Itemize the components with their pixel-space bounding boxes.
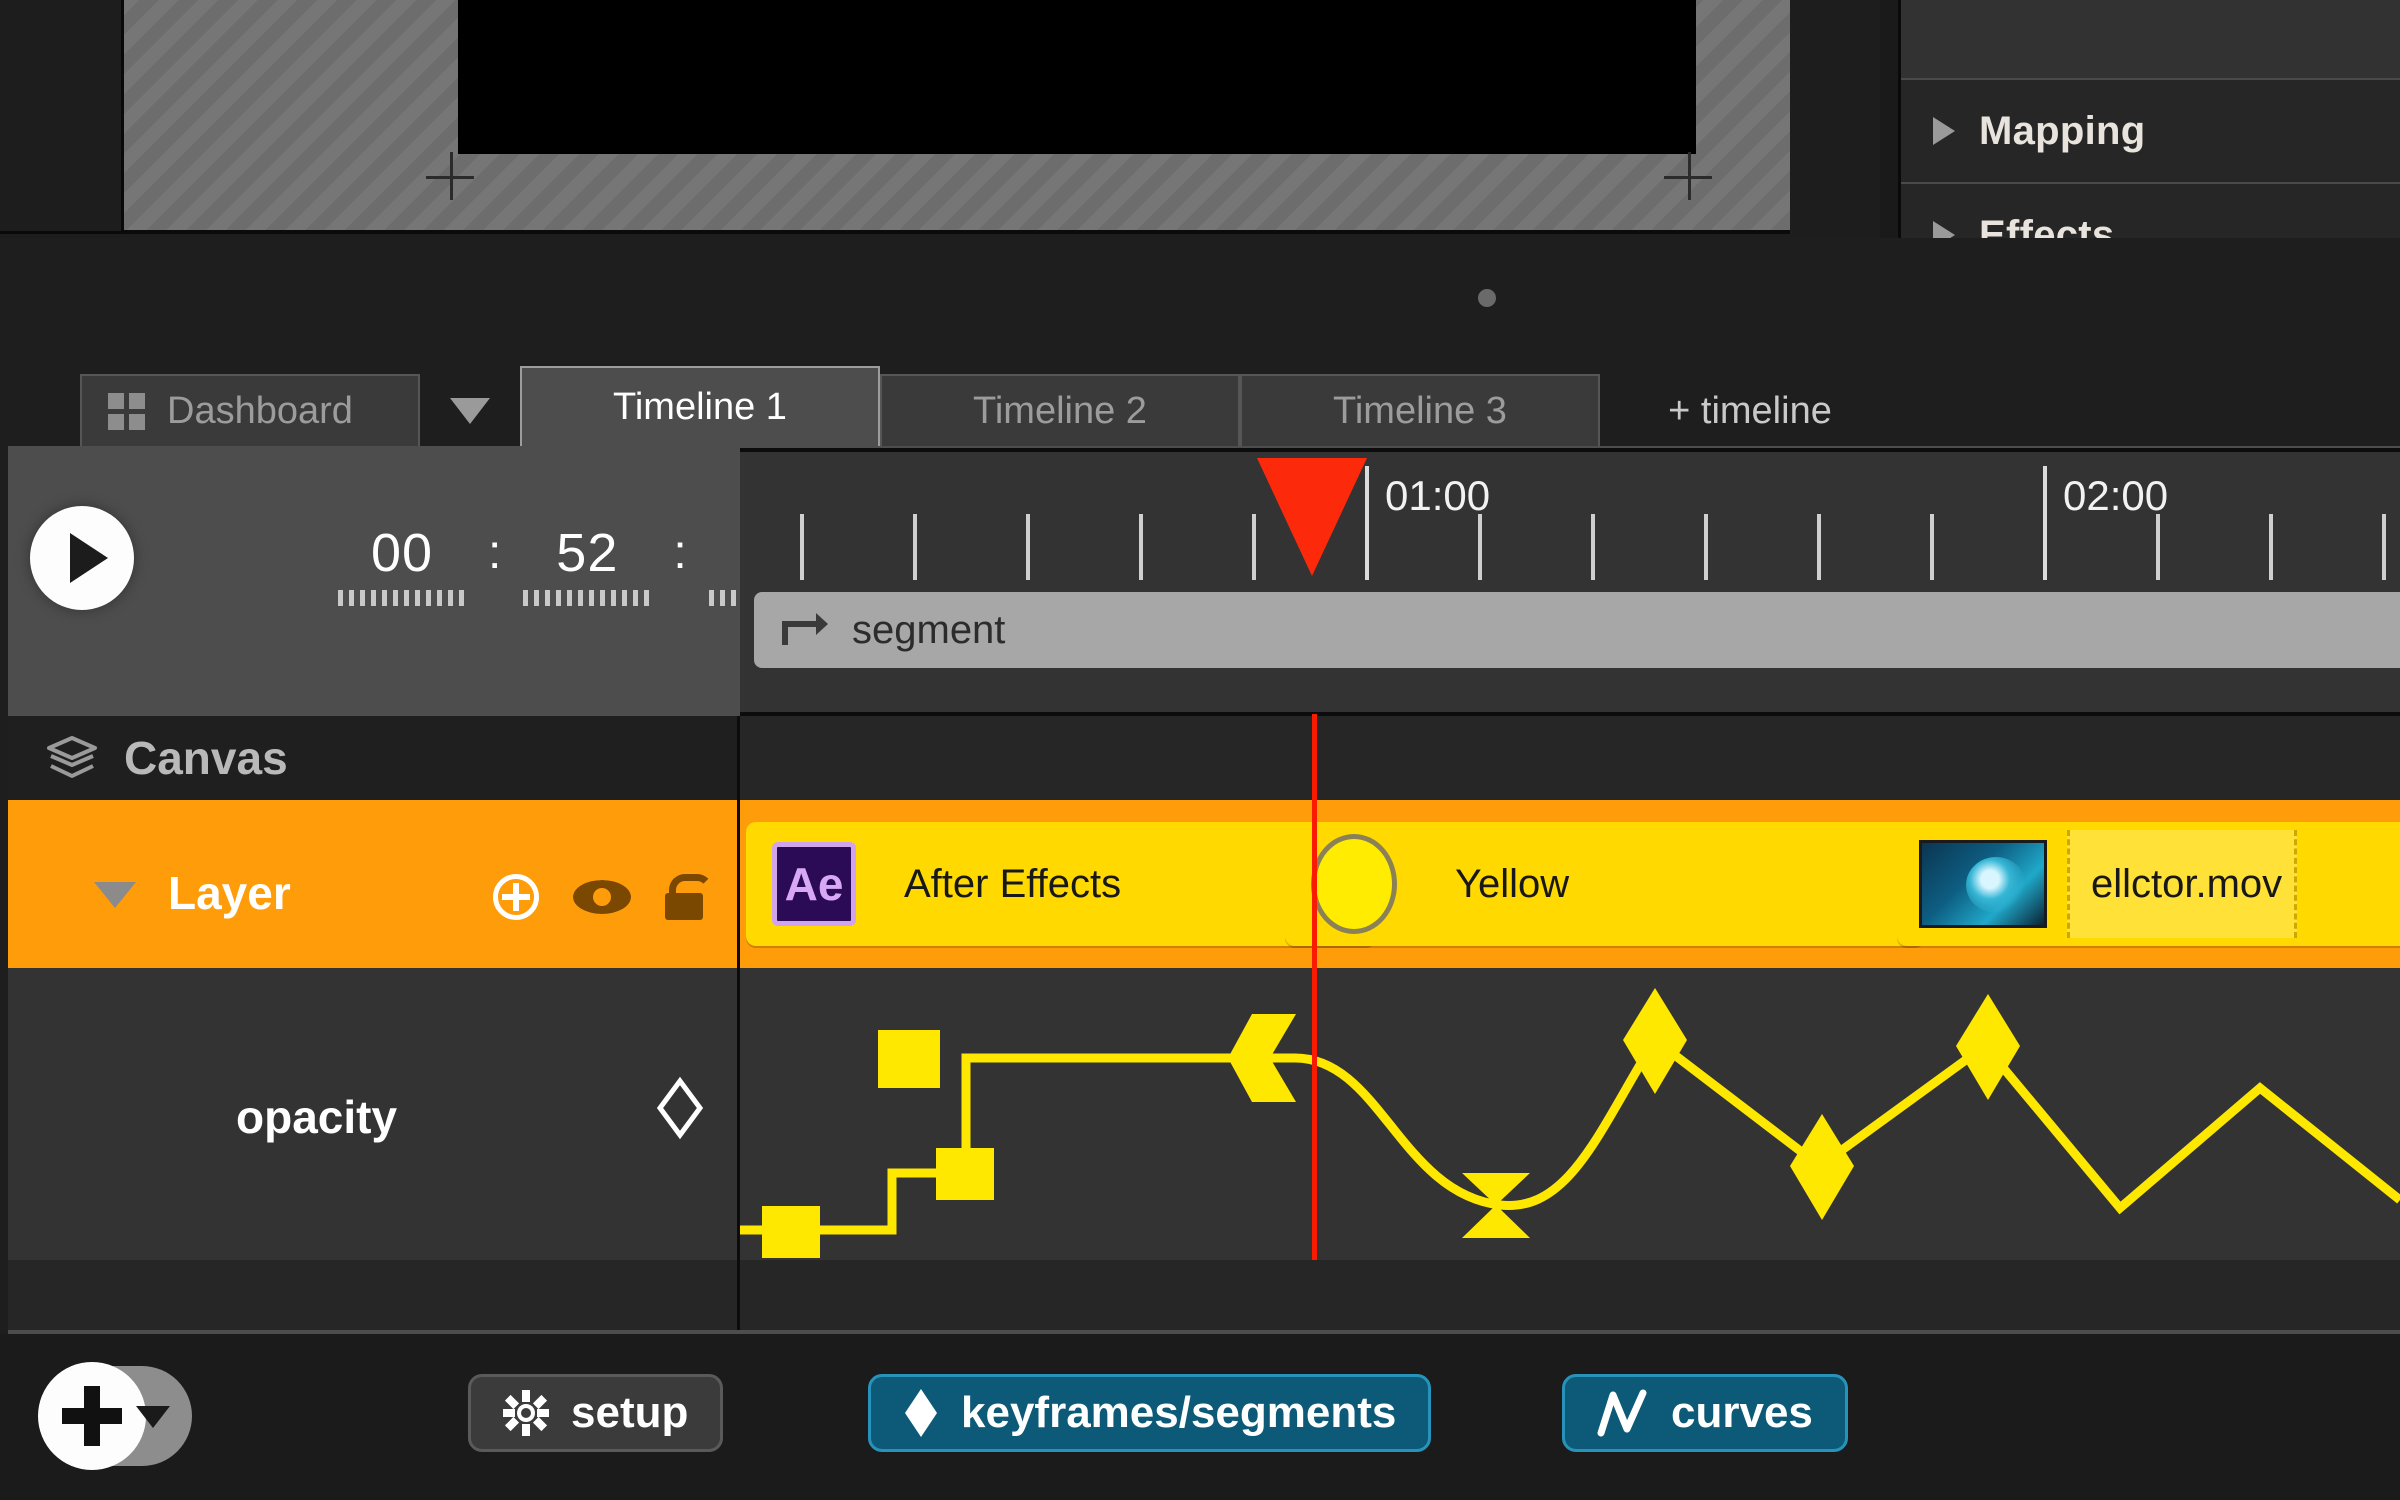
timeline-header: 00 : 52: 01:00 02:00 segment: [8, 446, 2400, 716]
clip-ellctor-mov[interactable]: ellctor.mov: [1897, 822, 2400, 946]
caret-down-icon: [450, 398, 490, 424]
triangle-down-icon[interactable]: [94, 882, 136, 908]
tab-timeline-3-label: Timeline 3: [1333, 389, 1507, 432]
preview-artwork: [458, 0, 1696, 154]
curves-label: curves: [1671, 1388, 1813, 1437]
diamond-outline-icon[interactable]: [656, 1076, 704, 1140]
keyframes-segments-label: keyframes/segments: [961, 1388, 1397, 1437]
tab-dashboard[interactable]: Dashboard: [80, 374, 420, 446]
clip-label: ellctor.mov: [2091, 861, 2283, 906]
ruler-major-tick: [1365, 466, 1369, 580]
tab-timeline-1-label: Timeline 1: [613, 385, 787, 428]
preview-stage[interactable]: [124, 0, 1790, 234]
anchor-crosshair-icon: [1664, 152, 1712, 200]
eye-icon[interactable]: [573, 880, 631, 914]
timeline-editor-window: Mapping Effects Dashboard Timeline 1 Tim…: [0, 0, 2400, 1500]
property-label: opacity: [236, 1091, 398, 1143]
add-menu-button[interactable]: [38, 1362, 192, 1470]
track-row-canvas[interactable]: Canvas: [8, 716, 2400, 800]
segment-label: segment: [852, 607, 1006, 652]
tab-timeline-1[interactable]: Timeline 1: [520, 366, 880, 446]
timeline-panel: 00 : 52: 01:00 02:00 segment Canvas Lay…: [8, 446, 2400, 1334]
bottom-toolbar: setup keyframes/segments curves: [0, 1334, 2400, 1500]
loop-icon: [776, 609, 830, 651]
canvas-label: Canvas: [124, 732, 288, 784]
timecode-separator: :: [488, 526, 502, 579]
ruler-major-tick: [2043, 466, 2047, 580]
transport-controls: 00 : 52:: [8, 446, 868, 716]
timeline-ruler[interactable]: 01:00 02:00 segment: [740, 448, 2400, 716]
preview-gutter: [0, 0, 124, 234]
tab-timeline-3[interactable]: Timeline 3: [1240, 374, 1600, 446]
keyframe-square: [936, 1148, 994, 1200]
track-row-layer[interactable]: Layer Ae After Effects Yellow ellctor.mo…: [8, 800, 2400, 968]
video-thumbnail-icon: [1919, 840, 2047, 928]
timecode-hours-scrubber[interactable]: [338, 590, 466, 606]
diamond-icon: [903, 1387, 939, 1439]
keyframe-diamond: [1956, 994, 2020, 1100]
playhead-line: [1312, 714, 1317, 1260]
keyframes-segments-button[interactable]: keyframes/segments: [868, 1374, 1432, 1452]
panel-section-mapping[interactable]: Mapping: [1901, 80, 2400, 184]
keyframe-diamond: [1790, 1114, 1854, 1220]
playhead-marker[interactable]: [1257, 458, 1367, 576]
timeline-footer-strip: [8, 1260, 2400, 1330]
clip-label: Yellow: [1455, 861, 1570, 906]
tab-timeline-2-label: Timeline 2: [973, 389, 1147, 432]
canvas-track-area[interactable]: [740, 716, 2400, 800]
keyframe-square: [878, 1030, 940, 1088]
circle-icon: [1311, 834, 1397, 934]
unlock-icon[interactable]: [665, 874, 713, 920]
grid-icon: [108, 392, 145, 430]
caret-down-icon[interactable]: [136, 1406, 170, 1428]
ruler-label: 02:00: [2063, 472, 2169, 519]
after-effects-icon: Ae: [772, 842, 856, 926]
curve-icon: [1597, 1389, 1649, 1437]
anchor-crosshair-icon: [426, 152, 474, 200]
panel-section-mapping-label: Mapping: [1979, 108, 2146, 153]
opacity-curve[interactable]: [740, 968, 2400, 1260]
add-timeline-label: + timeline: [1668, 389, 1832, 432]
plus-circle-icon[interactable]: [493, 874, 539, 920]
curves-button[interactable]: curves: [1562, 1374, 1848, 1452]
segment-bar[interactable]: segment: [754, 592, 2400, 668]
preview-region: [0, 0, 1880, 238]
clip-label: After Effects: [904, 861, 1122, 906]
timecode-separator: :: [673, 526, 687, 579]
play-button[interactable]: [30, 506, 134, 610]
clip-yellow[interactable]: Yellow: [1285, 822, 1925, 946]
setup-label: setup: [571, 1388, 689, 1437]
layer-label: Layer: [168, 867, 291, 919]
layers-icon: [46, 735, 98, 781]
tab-dashboard-dropdown[interactable]: [420, 374, 520, 446]
keyframe-curve-area[interactable]: [740, 968, 2400, 1260]
timecode-hours[interactable]: 00: [371, 524, 433, 582]
layer-track-area[interactable]: Ae After Effects Yellow ellctor.mov: [740, 800, 2400, 968]
triangle-right-icon: [1933, 117, 1955, 145]
track-row-opacity[interactable]: opacity: [8, 968, 2400, 1260]
tab-timeline-2[interactable]: Timeline 2: [880, 374, 1240, 446]
timecode-minutes-scrubber[interactable]: [523, 590, 651, 606]
keyframe-square: [762, 1206, 820, 1258]
preview-canvas[interactable]: [458, 0, 1696, 154]
ruler-label: 01:00: [1385, 472, 1491, 519]
add-timeline-button[interactable]: + timeline: [1600, 374, 1900, 446]
gear-icon: [503, 1390, 549, 1436]
properties-panel: Mapping Effects: [1880, 0, 2400, 288]
setup-button[interactable]: setup: [468, 1374, 724, 1452]
plus-icon[interactable]: [38, 1362, 146, 1470]
timecode-minutes[interactable]: 52: [556, 524, 618, 582]
panel-resize-handle[interactable]: [1478, 289, 1496, 307]
tab-dashboard-label: Dashboard: [167, 389, 353, 432]
clip-after-effects[interactable]: Ae After Effects: [746, 822, 1376, 946]
panel-spacer: [1901, 0, 2400, 80]
tab-strip: Dashboard Timeline 1 Timeline 2 Timeline…: [0, 238, 2400, 446]
